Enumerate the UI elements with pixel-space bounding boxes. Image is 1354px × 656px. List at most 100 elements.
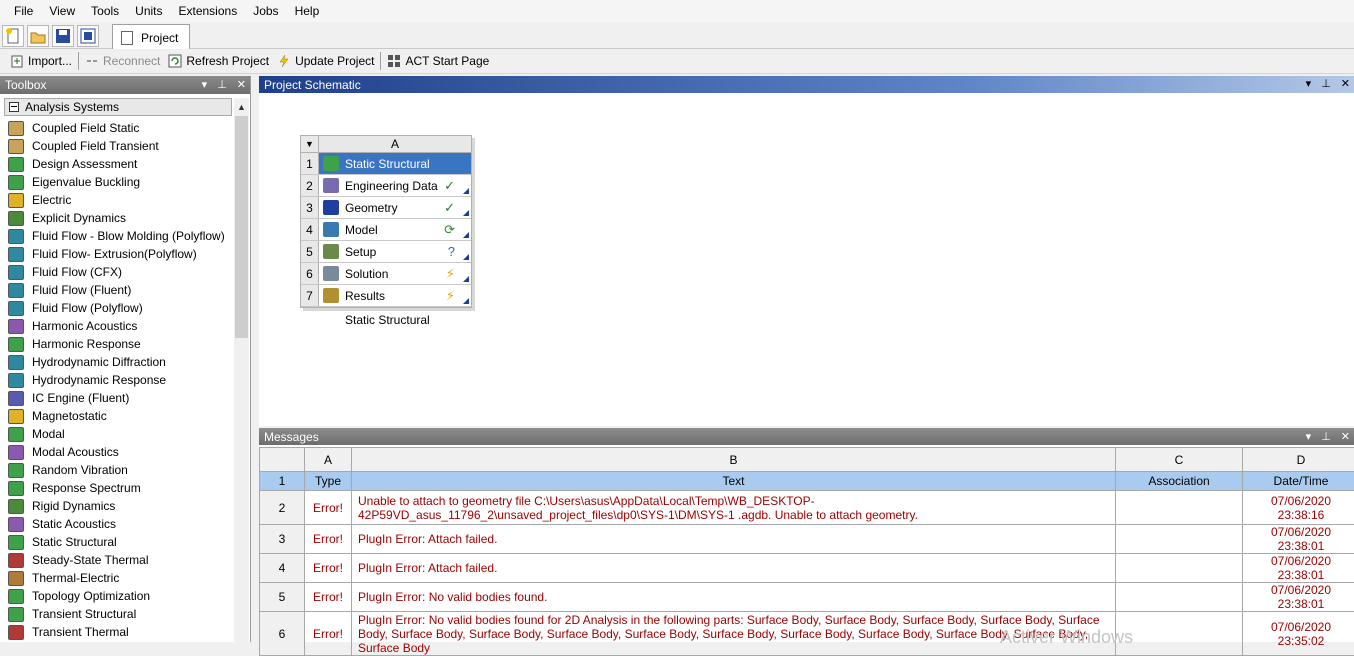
system-cell[interactable]: Static Structural [319,153,471,174]
system-cell-row[interactable]: 2Engineering Data✓ [301,175,471,197]
toolbox-item[interactable]: Modal Acoustics [8,443,234,461]
toolbox-item[interactable]: Transient Thermal [8,623,234,641]
refresh-project-button[interactable]: Refresh Project [164,50,273,72]
toolbox-item[interactable]: Coupled Field Transient [8,137,234,155]
new-project-icon[interactable] [2,25,24,47]
system-cell[interactable]: Engineering Data✓ [319,175,471,196]
system-cell[interactable]: Geometry✓ [319,197,471,218]
menu-view[interactable]: View [41,0,83,22]
toolbox-item[interactable]: Rigid Dynamics [8,497,234,515]
system-cell[interactable]: Setup? [319,241,471,262]
static-structural-system[interactable]: ▼ A 1Static Structural2Engineering Data✓… [300,135,472,308]
message-datetime: 07/06/2020 23:35:02 [1243,612,1354,656]
toolbox-item[interactable]: Modal [8,425,234,443]
row-number: 7 [301,285,319,306]
toolbox-item[interactable]: Random Vibration [8,461,234,479]
toolbox-item[interactable]: IC Engine (Fluent) [8,389,234,407]
reconnect-button[interactable]: Reconnect [81,50,164,72]
toolbox-item[interactable]: Fluid Flow (CFX) [8,263,234,281]
system-cell-row[interactable]: 5Setup? [301,241,471,263]
analysis-system-icon [8,283,24,298]
menu-tools[interactable]: Tools [83,0,127,22]
toolbox-item[interactable]: Explicit Dynamics [8,209,234,227]
toolbox-item[interactable]: Fluid Flow (Polyflow) [8,299,234,317]
toolbox-item[interactable]: Static Structural [8,533,234,551]
toolbox-item[interactable]: Harmonic Response [8,335,234,353]
association-header[interactable]: Association [1116,472,1243,491]
toolbox-item[interactable]: Fluid Flow (Fluent) [8,281,234,299]
cell-type-icon [323,156,339,171]
toolbox-scrollbar[interactable]: ▲ [234,98,249,642]
toolbox-item[interactable]: Steady-State Thermal [8,551,234,569]
message-text: PlugIn Error: Attach failed. [352,525,1116,554]
system-cell-row[interactable]: 7Results⚡ [301,285,471,307]
toolbox-item[interactable]: Coupled Field Static [8,119,234,137]
pin-icon[interactable]: ⊥ [1321,76,1331,93]
toolbox-item[interactable]: Design Assessment [8,155,234,173]
toolbox-item[interactable]: Response Spectrum [8,479,234,497]
menu-extensions[interactable]: Extensions [171,0,246,22]
menu-jobs[interactable]: Jobs [245,0,286,22]
close-icon[interactable]: ✕ [1341,429,1350,445]
system-menu-icon[interactable]: ▼ [301,136,319,152]
toolbox-item-label: Transient Thermal [32,625,129,639]
act-start-page-button[interactable]: ACT Start Page [383,50,493,72]
text-header[interactable]: Text [352,472,1116,491]
toolbox-item[interactable]: Harmonic Acoustics [8,317,234,335]
message-association [1116,554,1243,583]
system-cell[interactable]: Solution⚡ [319,263,471,284]
pin-icon[interactable]: ⊥ [217,76,227,94]
menu-units[interactable]: Units [127,0,170,22]
pane-menu-icon[interactable]: ▾ [1306,429,1312,445]
toolbox-item[interactable]: Transient Structural [8,605,234,623]
toolbox-item[interactable]: Fluid Flow- Extrusion(Polyflow) [8,245,234,263]
checkmark-icon: ✓ [444,200,455,216]
row-number: 4 [260,554,305,583]
toolbox-item[interactable]: Hydrodynamic Diffraction [8,353,234,371]
analysis-system-icon [8,139,24,154]
pane-menu-icon[interactable]: ▾ [202,76,208,94]
toolbox-item[interactable]: Topology Optimization [8,587,234,605]
system-cell[interactable]: Results⚡ [319,285,471,306]
close-icon[interactable]: ✕ [1341,76,1350,93]
toolbox-item[interactable]: Eigenvalue Buckling [8,173,234,191]
analysis-systems-group[interactable]: Analysis Systems [4,98,232,116]
close-icon[interactable]: ✕ [237,76,246,94]
toolbox-item[interactable]: Fluid Flow - Blow Molding (Polyflow) [8,227,234,245]
system-cell-row[interactable]: 4Model⟳ [301,219,471,241]
collapse-icon[interactable] [9,102,19,112]
message-row[interactable]: 4Error!PlugIn Error: Attach failed.07/06… [260,554,1354,583]
open-folder-icon[interactable] [27,25,49,47]
pin-icon[interactable]: ⊥ [1321,429,1331,445]
tab-project[interactable]: Project [112,24,190,50]
toolbox-item[interactable]: Thermal-Electric [8,569,234,587]
toolbox-item[interactable]: Magnetostatic [8,407,234,425]
system-cell[interactable]: Model⟳ [319,219,471,240]
menu-file[interactable]: File [6,0,41,22]
save-as-icon[interactable] [77,25,99,47]
datetime-header[interactable]: Date/Time [1243,472,1354,491]
project-schematic-title: Project Schematic [264,78,361,92]
toolbox-item-label: Topology Optimization [32,589,150,603]
update-project-button[interactable]: Update Project [273,50,378,72]
import-button[interactable]: Import... [6,50,76,72]
toolbox-item[interactable]: Hydrodynamic Response [8,371,234,389]
message-row[interactable]: 3Error!PlugIn Error: Attach failed.07/06… [260,525,1354,554]
pane-menu-icon[interactable]: ▾ [1306,76,1312,93]
type-header[interactable]: Type [305,472,352,491]
message-row[interactable]: 2Error!Unable to attach to geometry file… [260,491,1354,525]
menu-help[interactable]: Help [287,0,328,22]
system-cell-row[interactable]: 3Geometry✓ [301,197,471,219]
message-row[interactable]: 6Error!PlugIn Error: No valid bodies fou… [260,612,1354,656]
system-caption[interactable]: Static Structural [345,313,430,327]
document-icon [121,31,133,45]
save-icon[interactable] [52,25,74,47]
scroll-up-icon[interactable]: ▲ [237,102,246,112]
toolbox-item[interactable]: Static Acoustics [8,515,234,533]
message-row[interactable]: 5Error!PlugIn Error: No valid bodies fou… [260,583,1354,612]
system-cell-row[interactable]: 1Static Structural [301,153,471,175]
scrollbar-thumb[interactable] [235,116,248,338]
system-cell-row[interactable]: 6Solution⚡ [301,263,471,285]
toolbox-item-label: Electric [32,193,71,207]
toolbox-item[interactable]: Electric [8,191,234,209]
